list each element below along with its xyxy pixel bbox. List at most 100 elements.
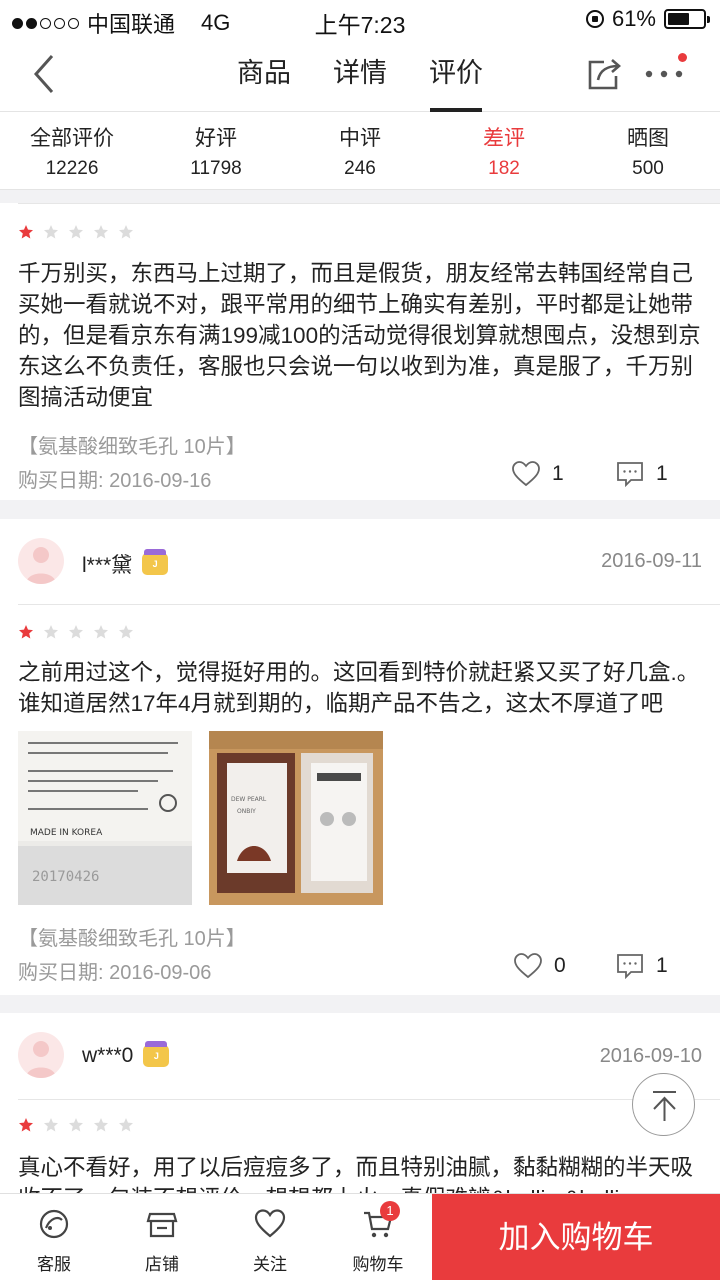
- bottom-label: 店铺: [145, 1255, 179, 1274]
- star-filled-icon: [19, 1118, 33, 1132]
- like-count: 1: [552, 462, 564, 485]
- photo-text: ONBIY: [237, 808, 256, 815]
- follow-button[interactable]: 关注: [216, 1194, 324, 1280]
- star-empty-icon: [69, 625, 83, 639]
- bottom-label: 购物车: [352, 1255, 404, 1274]
- like-button[interactable]: 1: [512, 461, 564, 487]
- comment-button[interactable]: 1: [616, 461, 668, 487]
- star-empty-icon: [94, 1118, 108, 1132]
- heart-icon: [254, 1209, 286, 1238]
- tab-details[interactable]: 详情: [312, 38, 408, 112]
- filter-count: 11798: [190, 158, 242, 179]
- comment-count: 1: [656, 954, 668, 977]
- review-list[interactable]: 千万别买，东西马上过期了，而且是假货，朋友经常去韩国经常自己买她一看就说不对，跟…: [0, 190, 720, 1193]
- back-to-top-button[interactable]: [632, 1073, 695, 1136]
- customer-service-icon: [39, 1209, 69, 1239]
- review-photo[interactable]: DEW PEARL ONBIY: [209, 731, 383, 905]
- member-badge-icon: J: [142, 549, 169, 575]
- filter-label: 中评: [339, 127, 381, 150]
- star-empty-icon: [119, 1118, 133, 1132]
- review-date: 2016-09-10: [599, 1045, 702, 1067]
- cart-button[interactable]: 1 购物车: [324, 1194, 432, 1280]
- photo-text: DEW PEARL: [231, 796, 267, 803]
- review-text: 真心不看好，用了以后痘痘多了，而且特别油腻，黏黏糊糊的半天吸收不了，包装不想评价…: [18, 1155, 694, 1193]
- review-card: w***0 J 2016-09-10 真心不看好，用了以后痘痘多了，而且特别油腻…: [0, 1013, 720, 1193]
- star-empty-icon: [119, 625, 133, 639]
- star-empty-icon: [44, 225, 58, 239]
- filter-count: 182: [488, 158, 520, 179]
- battery-percent: 61%: [611, 6, 656, 31]
- purchase-date: 购买日期: 2016-09-16: [18, 470, 212, 492]
- filter-label: 差评: [483, 127, 525, 150]
- filter-count: 500: [632, 158, 664, 179]
- share-icon[interactable]: [584, 54, 624, 94]
- rating-stars: [18, 624, 134, 640]
- orientation-lock-icon: [585, 10, 604, 28]
- filter-label: 好评: [195, 127, 237, 150]
- like-button[interactable]: 0: [514, 953, 566, 979]
- filter-label: 全部评价: [30, 127, 114, 150]
- tab-reviews[interactable]: 评价: [408, 38, 504, 112]
- member-badge-icon: J: [143, 1041, 170, 1067]
- review-text: 之前用过这个，觉得挺好用的。这回看到特价就赶紧又买了好几盒.。谁知道居然17年4…: [18, 660, 700, 716]
- cart-count-badge: 1: [380, 1201, 400, 1221]
- heart-icon: [512, 461, 540, 487]
- store-icon: [146, 1212, 178, 1238]
- like-count: 0: [554, 954, 566, 977]
- avatar: [18, 1032, 64, 1078]
- filter-count: 12226: [45, 158, 99, 179]
- tab-product[interactable]: 商品: [216, 38, 312, 112]
- more-icon[interactable]: [644, 62, 684, 86]
- purchase-date: 购买日期: 2016-09-06: [18, 962, 212, 984]
- star-empty-icon: [94, 625, 108, 639]
- bottom-label: 客服: [37, 1255, 71, 1274]
- comment-icon: [617, 954, 643, 979]
- filter-negative[interactable]: 差评 182: [432, 112, 576, 189]
- product-spec: 【氨基酸细致毛孔 10片】: [18, 436, 246, 458]
- photo-text: 20170426: [32, 869, 99, 885]
- star-empty-icon: [119, 225, 133, 239]
- bottom-label: 关注: [253, 1255, 287, 1274]
- username: l***黛 J: [82, 549, 169, 579]
- filter-neutral[interactable]: 中评 246: [288, 112, 432, 189]
- product-spec: 【氨基酸细致毛孔 10片】: [18, 928, 246, 950]
- filter-count: 246: [344, 158, 376, 179]
- filter-positive[interactable]: 好评 11798: [144, 112, 288, 189]
- star-filled-icon: [19, 225, 33, 239]
- review-date: 2016-09-11: [601, 550, 702, 572]
- battery-icon: [664, 9, 710, 29]
- review-photo[interactable]: MADE IN KOREA 20170426: [18, 731, 192, 905]
- filter-label: 晒图: [627, 127, 669, 150]
- filter-photos[interactable]: 晒图 500: [576, 112, 720, 189]
- avatar: [18, 538, 64, 584]
- username-text: l***黛: [82, 554, 133, 577]
- customer-service-button[interactable]: 客服: [0, 1194, 108, 1280]
- star-empty-icon: [69, 1118, 83, 1132]
- filter-all[interactable]: 全部评价 12226: [0, 112, 144, 189]
- top-nav: 商品 详情 评价: [0, 38, 720, 112]
- arrow-up-icon: [653, 1091, 676, 1121]
- comment-icon: [617, 462, 643, 487]
- username: w***0 J: [82, 1041, 170, 1068]
- star-empty-icon: [94, 225, 108, 239]
- review-page: 中国联通 4G 上午7:23 61% 商品 详情 评价 全部评价 12226 好…: [0, 0, 720, 1280]
- rating-stars: [18, 1117, 134, 1133]
- battery-info: 61%: [585, 6, 710, 32]
- status-bar: 中国联通 4G 上午7:23 61%: [0, 0, 720, 38]
- bottom-action-bar: 客服 店铺 关注 1 购物车 加入购物车: [0, 1193, 720, 1280]
- store-button[interactable]: 店铺: [108, 1194, 216, 1280]
- review-filter-bar: 全部评价 12226 好评 11798 中评 246 差评 182 晒图 500: [0, 112, 720, 190]
- rating-stars: [18, 224, 134, 240]
- star-filled-icon: [19, 625, 33, 639]
- add-to-cart-button[interactable]: 加入购物车: [432, 1194, 720, 1280]
- star-empty-icon: [69, 225, 83, 239]
- comment-count: 1: [656, 462, 668, 485]
- star-empty-icon: [44, 625, 58, 639]
- star-empty-icon: [44, 1118, 58, 1132]
- comment-button[interactable]: 1: [616, 953, 668, 979]
- review-card: l***黛 J 2016-09-11 之前用过这个，觉得挺好用的。这回看到特价就…: [0, 519, 720, 995]
- photo-text: MADE IN KOREA: [30, 828, 103, 838]
- heart-icon: [514, 953, 542, 979]
- username-text: w***0: [82, 1044, 134, 1067]
- review-text: 千万别买，东西马上过期了，而且是假货，朋友经常去韩国经常自己买她一看就说不对，跟…: [18, 261, 701, 410]
